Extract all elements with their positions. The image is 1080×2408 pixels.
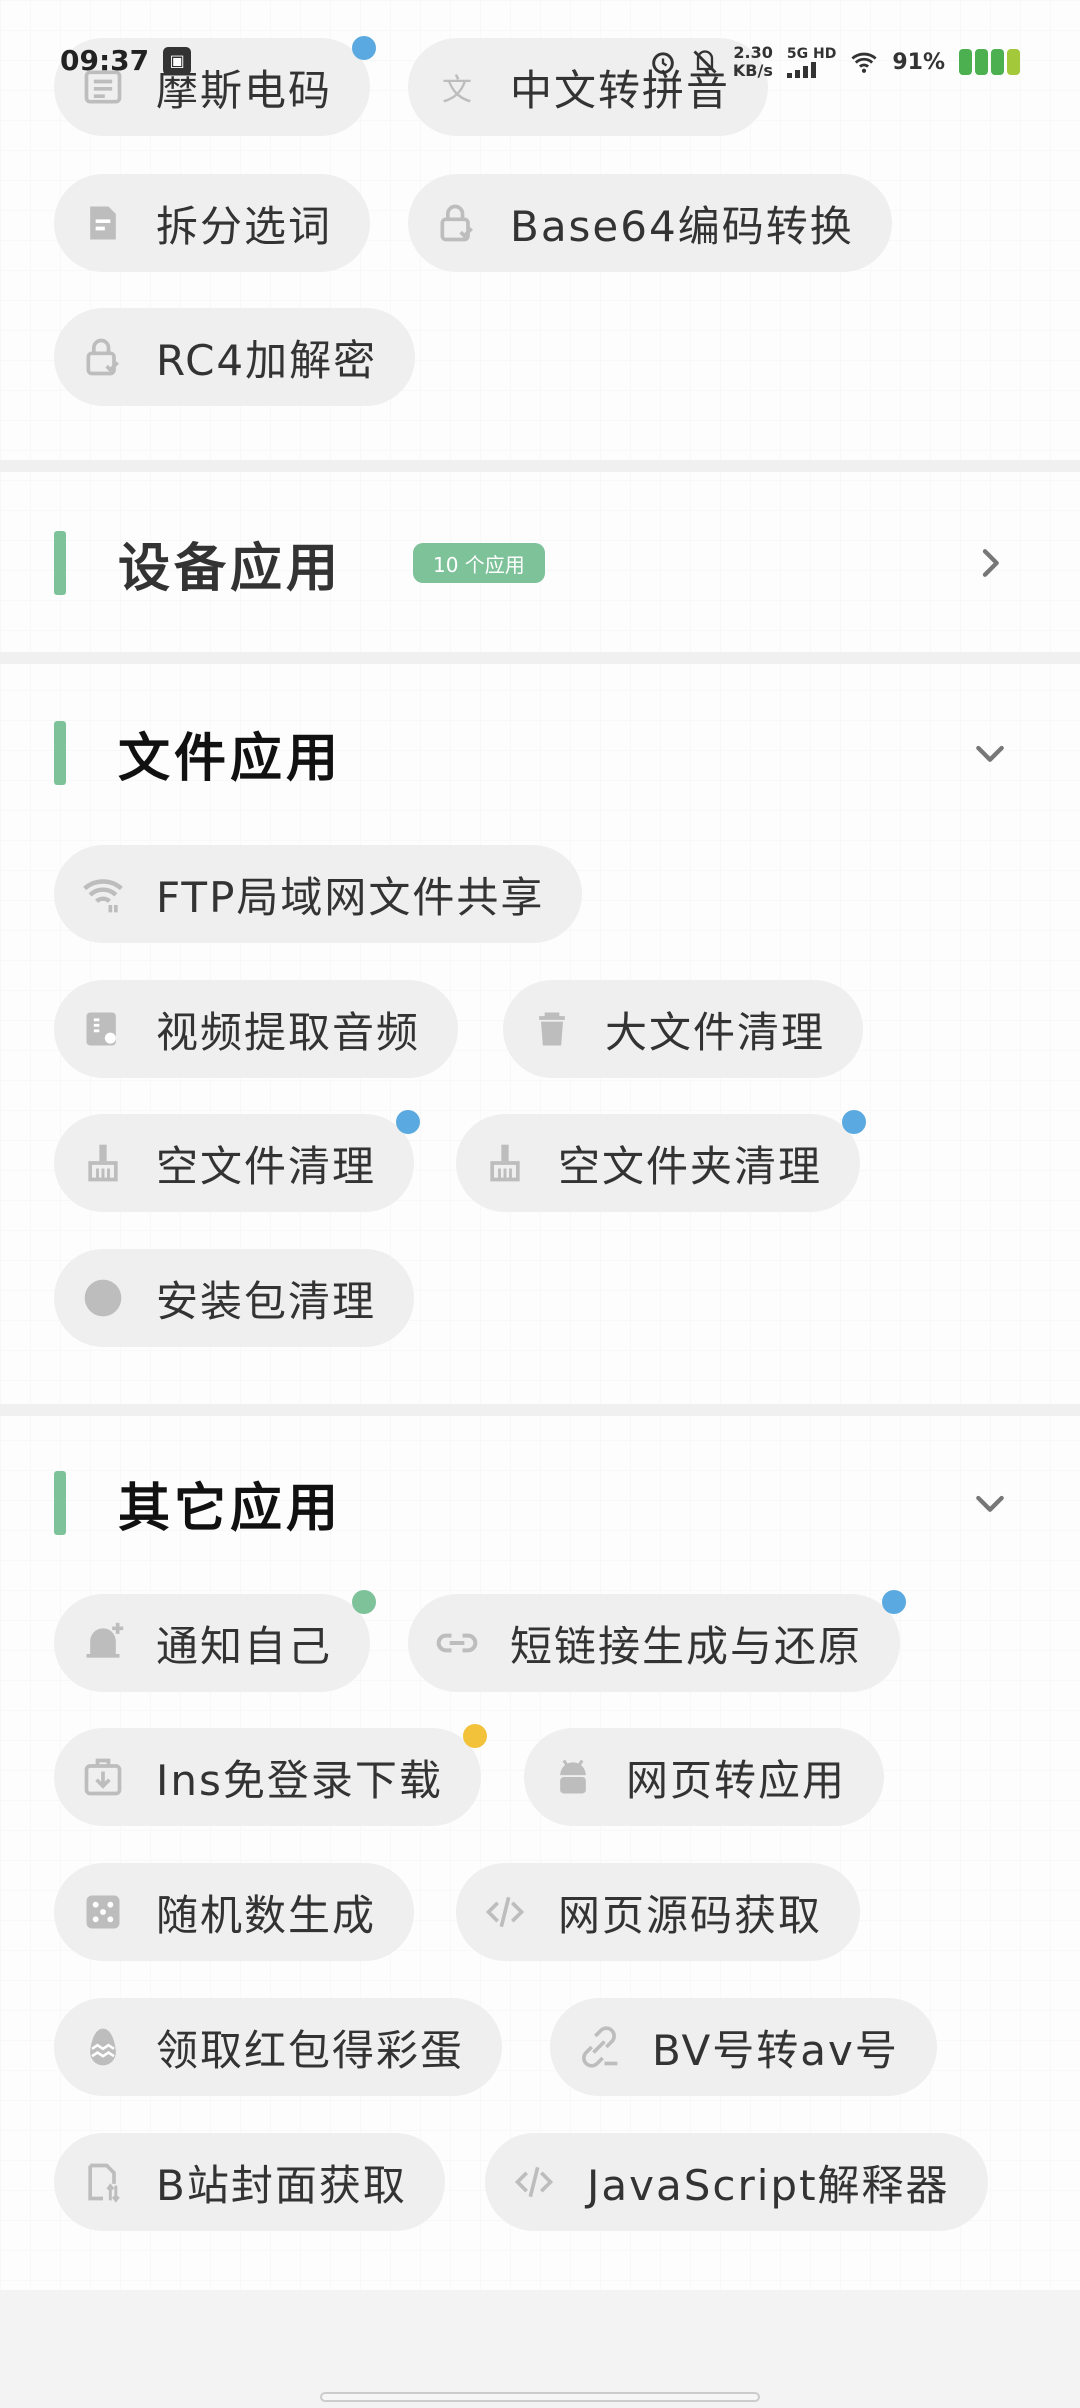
home-indicator[interactable]	[320, 2392, 760, 2402]
chip-bilibili-cover[interactable]: B站封面获取	[54, 2133, 445, 2231]
chip-video-extract-audio[interactable]: 视频提取音频	[54, 980, 459, 1078]
chip-page-source[interactable]: 网页源码获取	[456, 1863, 861, 1961]
chip-random-number[interactable]: 随机数生成	[54, 1863, 415, 1961]
section-accent-bar	[54, 721, 66, 785]
lock-check-icon	[432, 198, 482, 248]
dice-icon	[78, 1887, 128, 1937]
new-badge-dot	[396, 1110, 421, 1134]
chevron-right-icon[interactable]	[970, 543, 1010, 583]
translate-icon: 文	[442, 73, 472, 108]
chip-label: 随机数生成	[156, 1890, 377, 1940]
app-count-badge: 10 个应用	[413, 543, 545, 583]
chip-short-link[interactable]: 短链接生成与还原	[408, 1590, 907, 1692]
code-icon	[509, 2157, 559, 2207]
chip-ftp-share[interactable]: FTP局域网文件共享	[54, 845, 583, 943]
code-icon	[480, 1887, 530, 1937]
bell-add-icon	[78, 1618, 128, 1668]
section-title: 文件应用	[118, 728, 343, 789]
chip-label: 空文件夹清理	[558, 1141, 823, 1191]
chip-label: 中文转拼音	[510, 65, 731, 115]
chip-label: Base64编码转换	[510, 201, 854, 251]
download-box-icon	[78, 1752, 128, 1802]
chip-label: B站封面获取	[156, 2160, 407, 2210]
chip-large-file-clean[interactable]: 大文件清理	[503, 980, 864, 1078]
chip-split-words[interactable]: 拆分选词	[54, 174, 371, 272]
chip-notify-self[interactable]: 通知自己	[54, 1590, 377, 1692]
chip-red-packet-egg[interactable]: 领取红包得彩蛋	[54, 1998, 503, 2096]
section-divider	[0, 460, 1080, 472]
chevron-down-icon[interactable]	[970, 1483, 1010, 1523]
egg-icon	[78, 2022, 128, 2072]
broom-icon	[480, 1138, 530, 1188]
section-title: 设备应用	[118, 538, 343, 599]
chip-label: BV号转av号	[652, 2025, 899, 2075]
chip-label: 领取红包得彩蛋	[156, 2025, 465, 2075]
doc-edit-icon	[78, 198, 128, 248]
android-icon	[548, 1752, 598, 1802]
bottom-area	[0, 2290, 1080, 2408]
section-divider	[0, 1404, 1080, 1416]
link-icon	[432, 1618, 482, 1668]
chip-label: 网页转应用	[626, 1755, 847, 1805]
link-edit-icon	[574, 2022, 624, 2072]
chip-rc4[interactable]: RC4加解密	[54, 308, 416, 406]
chip-empty-file-clean[interactable]: 空文件清理	[54, 1110, 421, 1212]
new-badge-dot	[882, 1590, 907, 1614]
chip-label: 视频提取音频	[156, 1007, 421, 1057]
section-accent-bar	[54, 1471, 66, 1535]
chip-label: Ins免登录下载	[156, 1755, 443, 1805]
video-audio-icon	[78, 1004, 128, 1054]
chip-label: RC4加解密	[156, 335, 378, 385]
section-title: 其它应用	[118, 1478, 343, 1539]
other-section-header[interactable]: 其它应用	[0, 1458, 1080, 1548]
chip-morse-code[interactable]: 摩斯电码	[54, 36, 377, 136]
chip-chinese-to-pinyin[interactable]: 文 中文转拼音	[408, 38, 769, 136]
chip-web-to-app[interactable]: 网页转应用	[524, 1728, 885, 1826]
new-badge-dot	[352, 36, 377, 60]
chip-base64[interactable]: Base64编码转换	[408, 174, 892, 272]
chevron-down-icon[interactable]	[970, 733, 1010, 773]
lock-check-icon	[78, 332, 128, 382]
chip-label: 拆分选词	[156, 201, 333, 251]
chip-label: 通知自己	[156, 1621, 333, 1671]
chip-label: 短链接生成与还原	[510, 1621, 863, 1671]
chip-js-interpreter[interactable]: JavaScript解释器	[485, 2133, 988, 2231]
trash-icon	[527, 1004, 577, 1054]
chip-label: FTP局域网文件共享	[156, 872, 545, 922]
new-badge-dot	[352, 1590, 377, 1614]
file-section-header[interactable]: 文件应用	[0, 708, 1080, 798]
chip-label: 大文件清理	[605, 1007, 826, 1057]
new-badge-dot	[842, 1110, 867, 1134]
chip-empty-folder-clean[interactable]: 空文件夹清理	[456, 1110, 867, 1212]
wifi-icon	[78, 869, 128, 919]
circle-icon	[78, 1273, 128, 1323]
section-divider	[0, 652, 1080, 664]
chip-label: JavaScript解释器	[587, 2160, 950, 2210]
device-section-header[interactable]: 设备应用 10 个应用	[0, 518, 1080, 608]
chip-label: 摩斯电码	[156, 65, 333, 115]
chip-ins-download[interactable]: Ins免登录下载	[54, 1724, 487, 1826]
list-icon	[78, 62, 128, 112]
chip-label: 空文件清理	[156, 1141, 377, 1191]
broom-icon	[78, 1138, 128, 1188]
chip-label: 安装包清理	[156, 1276, 377, 1326]
section-accent-bar	[54, 531, 66, 595]
new-badge-dot	[462, 1724, 487, 1748]
file-swap-icon	[78, 2157, 128, 2207]
chip-apk-clean[interactable]: 安装包清理	[54, 1249, 415, 1347]
chip-bv-to-av[interactable]: BV号转av号	[550, 1998, 937, 2096]
chip-label: 网页源码获取	[558, 1890, 823, 1940]
